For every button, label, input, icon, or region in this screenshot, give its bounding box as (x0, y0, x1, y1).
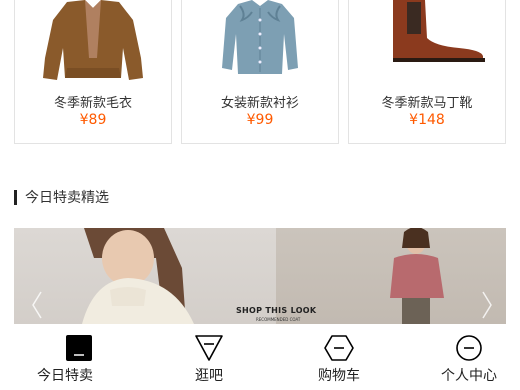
tab-label: 个人中心 (441, 368, 497, 384)
product-card[interactable]: 冬季新款毛衣 ¥89 (14, 0, 172, 144)
tab-label: 购物车 (318, 368, 360, 384)
promo-banner[interactable]: SHOP THIS LOOK RECOMMENDED COAT (14, 228, 506, 324)
section-title-bar (14, 189, 17, 205)
product-price: ¥89 (79, 112, 107, 128)
product-name: 女装新款衬衫 (220, 96, 299, 111)
tab-browse[interactable]: 逛吧 (144, 324, 274, 390)
triangle-icon (195, 335, 223, 361)
banner-subline: RECOMMENDED COAT (256, 317, 301, 322)
product-name: 冬季新款毛衣 (53, 96, 132, 111)
dash-square-icon (66, 335, 92, 361)
banner-headline: SHOP THIS LOOK (236, 306, 317, 315)
tab-label: 今日特卖 (37, 368, 93, 384)
tab-cart[interactable]: 购物车 (274, 324, 404, 390)
product-grid: 冬季新款毛衣 ¥89 女装新款衬衫 ¥99 冬季新款马丁靴 ¥148 (14, 0, 506, 144)
product-price: ¥148 (409, 112, 445, 128)
tab-today-sale[interactable]: 今日特卖 (14, 324, 144, 390)
product-name: 冬季新款马丁靴 (381, 96, 473, 111)
product-image-cardigan[interactable] (15, 0, 171, 86)
product-image-boot[interactable] (349, 0, 505, 86)
section-header: 今日特卖精选 (14, 187, 109, 207)
product-card[interactable]: 女装新款衬衫 ¥99 (181, 0, 339, 144)
circle-icon (456, 335, 482, 361)
section-title: 今日特卖精选 (25, 190, 109, 206)
product-image-blouse[interactable] (182, 0, 338, 86)
chevron-left-icon[interactable] (30, 290, 44, 320)
product-price: ¥99 (246, 112, 274, 128)
bottom-tab-bar: 今日特卖 逛吧 购物车 个人中心 (0, 324, 520, 390)
product-card[interactable]: 冬季新款马丁靴 ¥148 (348, 0, 506, 144)
chevron-right-icon[interactable] (480, 290, 494, 320)
hexagon-icon (324, 335, 354, 361)
tab-label: 逛吧 (195, 368, 223, 384)
tab-profile[interactable]: 个人中心 (404, 324, 520, 390)
